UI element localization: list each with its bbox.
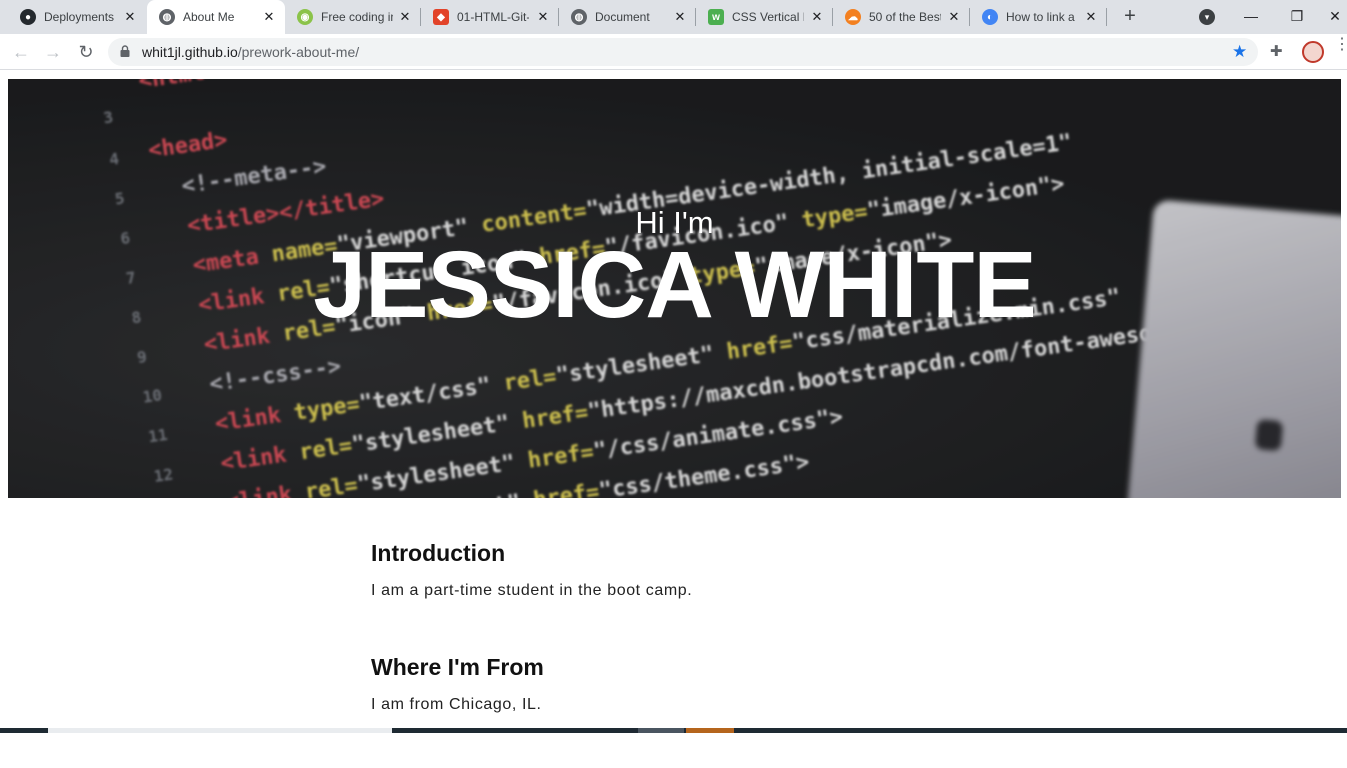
globe-icon: ◍ bbox=[571, 9, 587, 25]
close-icon[interactable]: ✕ bbox=[397, 9, 413, 25]
minimize-icon[interactable]: — bbox=[1233, 4, 1269, 28]
close-icon[interactable]: ✕ bbox=[1083, 9, 1099, 25]
url-host: whit1jl.github.io bbox=[142, 44, 238, 60]
close-icon[interactable]: ✕ bbox=[809, 9, 825, 25]
browser-toolbar: ← → ↻ whit1jl.github.io/prework-about-me… bbox=[0, 34, 1347, 70]
tab-deployments[interactable]: ● Deployments ✕ bbox=[8, 0, 146, 34]
section-introduction: Introduction I am a part-time student in… bbox=[371, 540, 971, 654]
codepen-icon: ◉ bbox=[297, 9, 313, 25]
reload-icon[interactable]: ↻ bbox=[74, 40, 98, 64]
taskbar-strip bbox=[0, 728, 1347, 733]
section-heading: Introduction bbox=[371, 540, 506, 566]
tab-strip: ● Deployments ✕ ◍ About Me ✕ ◉ Free codi… bbox=[0, 0, 1347, 34]
tab-css-vertical[interactable]: w CSS Vertical N ✕ bbox=[696, 0, 833, 34]
tab-50-best[interactable]: ☁ 50 of the Best ✕ bbox=[833, 0, 970, 34]
tab-about-me[interactable]: ◍ About Me ✕ bbox=[147, 0, 285, 34]
new-tab-button[interactable]: + bbox=[1119, 5, 1141, 29]
tab-title: Deployments bbox=[44, 10, 115, 24]
extensions-puzzle-icon[interactable]: ✚ bbox=[1270, 42, 1283, 60]
close-icon[interactable]: ✕ bbox=[672, 9, 688, 25]
url-path: /prework-about-me/ bbox=[237, 44, 360, 60]
section-text: I am a part-time student in the boot cam… bbox=[371, 582, 693, 599]
tab-free-coding[interactable]: ◉ Free coding in ✕ bbox=[285, 0, 421, 34]
hero-name: JESSICA WHITE bbox=[313, 232, 1036, 338]
close-window-icon[interactable]: ✕ bbox=[1323, 4, 1347, 28]
tab-search-icon[interactable]: ▾ bbox=[1199, 9, 1215, 25]
main-content: Introduction I am a part-time student in… bbox=[371, 540, 971, 768]
lock-icon bbox=[120, 45, 130, 57]
tab-document[interactable]: ◍ Document ✕ bbox=[559, 0, 696, 34]
github-icon: ● bbox=[20, 9, 36, 25]
tab-how-to-link[interactable]: ◐ How to link a ✕ bbox=[970, 0, 1107, 34]
section-where-from: Where I'm From I am from Chicago, IL. bbox=[371, 654, 971, 768]
back-arrow-icon[interactable]: ← bbox=[9, 40, 33, 64]
tab-title: About Me bbox=[183, 10, 235, 24]
section-heading: Where I'm From bbox=[371, 654, 544, 680]
close-icon[interactable]: ✕ bbox=[946, 9, 962, 25]
close-icon[interactable]: ✕ bbox=[535, 9, 551, 25]
w3schools-icon: w bbox=[708, 9, 724, 25]
tab-separator bbox=[1106, 8, 1107, 26]
cloud-icon: ☁ bbox=[845, 9, 861, 25]
profile-avatar[interactable] bbox=[1302, 41, 1324, 63]
gitlab-icon: ◆ bbox=[433, 9, 449, 25]
bookmark-star-icon[interactable]: ★ bbox=[1232, 42, 1247, 62]
tab-title: CSS Vertical N bbox=[732, 10, 804, 24]
restore-icon[interactable]: ❐ bbox=[1279, 4, 1315, 28]
tab-title: 50 of the Best bbox=[869, 10, 941, 24]
tab-title: How to link a bbox=[1006, 10, 1075, 24]
url-text[interactable]: whit1jl.github.io/prework-about-me/ bbox=[142, 38, 359, 66]
browser-menu-icon[interactable]: ⋮ bbox=[1334, 37, 1347, 53]
address-bar[interactable]: whit1jl.github.io/prework-about-me/ ★ bbox=[108, 38, 1258, 66]
forward-arrow-icon[interactable]: → bbox=[41, 40, 65, 64]
close-icon[interactable]: ✕ bbox=[122, 9, 138, 25]
section-text: I am from Chicago, IL. bbox=[371, 696, 542, 713]
tab-title: Free coding in bbox=[321, 10, 393, 24]
hero-banner: 3 4 5 6 7 8 9 10 11 12 <html> <head> <!-… bbox=[8, 79, 1341, 498]
globe-icon: ◍ bbox=[159, 9, 175, 25]
google-icon: ◐ bbox=[982, 9, 998, 25]
tab-title: 01-HTML-Git- bbox=[457, 10, 529, 24]
close-icon[interactable]: ✕ bbox=[261, 9, 277, 25]
tab-title: Document bbox=[595, 10, 650, 24]
tab-html-git[interactable]: ◆ 01-HTML-Git- ✕ bbox=[421, 0, 559, 34]
